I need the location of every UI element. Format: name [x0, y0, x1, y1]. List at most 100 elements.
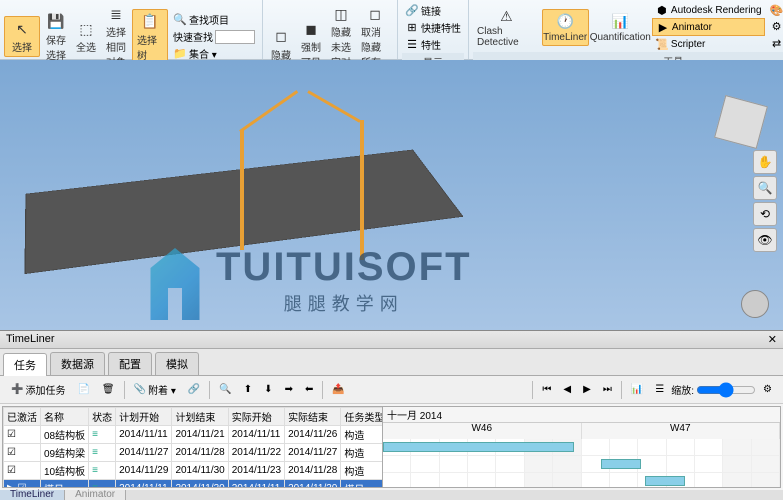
quick-properties-button[interactable]: ⊞快捷特性 — [402, 19, 464, 36]
tree-icon: 📋 — [140, 12, 160, 32]
select-all-button[interactable]: ⬚全选 — [72, 17, 100, 56]
quantification-button[interactable]: 📊Quantification — [591, 10, 650, 45]
attach-icon: 📎 — [134, 384, 146, 395]
find-button[interactable]: 🔍 — [214, 381, 236, 398]
prop-icon: ☰ — [405, 38, 419, 52]
tab-datasource[interactable]: 数据源 — [50, 352, 105, 375]
delete-task-button[interactable]: 🗑 — [97, 381, 120, 398]
crane-2 — [360, 120, 364, 260]
col-astart[interactable]: 实际开始 — [228, 408, 284, 426]
links-button[interactable]: 🔗链接 — [402, 2, 464, 19]
zoom-label: 缩放: — [671, 382, 694, 397]
viewport-toolbar: ✋ 🔍 ⟲ 👁 — [753, 150, 779, 252]
visible-icon: ◼ — [301, 19, 321, 39]
export-button[interactable]: 📤 — [327, 381, 349, 398]
gantt-bar[interactable] — [601, 459, 641, 469]
bottom-tabs: TimeLiner Animator — [0, 490, 783, 500]
animator-button[interactable]: ▶Animator — [652, 18, 765, 36]
cursor-icon: ↖ — [12, 19, 32, 39]
col-name[interactable]: 名称 — [41, 408, 89, 426]
col-pend[interactable]: 计划结束 — [172, 408, 228, 426]
batch-button[interactable]: ⚙Batch Utility — [767, 19, 783, 35]
autodesk-rendering-button[interactable]: ⬢Autodesk Rendering — [652, 2, 765, 18]
gantt-first-button[interactable]: ⏮ — [537, 381, 556, 398]
quick-find-input[interactable]: 快速查找 — [170, 28, 258, 45]
tab-config[interactable]: 配置 — [108, 352, 152, 375]
find-items-button[interactable]: 🔍查找项目 — [170, 11, 258, 28]
link-icon: 🔗 — [405, 4, 419, 18]
table-row[interactable]: ☑10结构板≡2014/11/292014/11/302014/11/23201… — [4, 462, 384, 480]
bottom-tab-animator[interactable]: Animator — [65, 490, 126, 500]
clock-icon: 🕐 — [555, 12, 575, 32]
gantt-prev-button[interactable]: ◀ — [558, 381, 576, 398]
properties-button[interactable]: ☰特性 — [402, 36, 464, 53]
gantt-bar[interactable] — [383, 442, 574, 452]
indent-button[interactable]: ➡ — [280, 381, 298, 398]
attach-button[interactable]: 📎附着 ▾ — [129, 379, 181, 400]
col-active[interactable]: 已激活 — [4, 408, 41, 426]
save-selection-button[interactable]: 💾保存选择 — [42, 10, 70, 64]
compass-icon[interactable] — [741, 290, 769, 318]
table-row[interactable]: ☑08结构板≡2014/11/112014/11/212014/11/11201… — [4, 426, 384, 444]
gantt-bar[interactable] — [645, 476, 685, 486]
gantt-row[interactable] — [383, 456, 780, 473]
gantt-week: W47 — [582, 423, 781, 439]
ribbon-group-tools: ⚠Clash Detective 🕐TimeLiner 📊Quantificat… — [469, 0, 783, 59]
col-type[interactable]: 任务类型 — [341, 408, 383, 426]
autoattach-button[interactable]: 🔗 — [183, 381, 205, 398]
3d-viewport[interactable]: TUITUISOFT 腿腿教学网 ✋ 🔍 ⟲ 👁 — [0, 60, 783, 330]
col-pstart[interactable]: 计划开始 — [116, 408, 172, 426]
close-icon[interactable]: ✕ — [768, 333, 777, 346]
pan-tool[interactable]: ✋ — [753, 150, 777, 174]
outdent-button[interactable]: ⬅ — [300, 381, 318, 398]
selection-tree-button[interactable]: 📋选择树 — [132, 9, 168, 65]
script-icon: 📜 — [655, 37, 669, 51]
zoom-tool[interactable]: 🔍 — [753, 176, 777, 200]
gantt-next-button[interactable]: ▶ — [578, 381, 596, 398]
gantt-chart[interactable]: 十一月 2014 W46W47 — [383, 407, 780, 487]
crane-1 — [240, 130, 244, 250]
gantt-columns-button[interactable]: ☰ — [650, 381, 669, 398]
movedown-button[interactable]: ⬇ — [259, 381, 277, 398]
select-all-icon: ⬚ — [76, 19, 96, 39]
look-tool[interactable]: 👁 — [753, 228, 777, 252]
tab-tasks[interactable]: 任务 — [3, 353, 47, 376]
ribbon-group-select: ↖选择 💾保存选择 ⬚全选 ≣选择相同对象 📋选择树 🔍查找项目 快速查找 📁集… — [0, 0, 263, 59]
task-grid[interactable]: 已激活名称状态计划开始计划结束实际开始实际结束任务类型 ☑08结构板≡2014/… — [3, 407, 383, 487]
appearance-button[interactable]: 🎨Appearance Profile — [767, 3, 783, 19]
col-aend[interactable]: 实际结束 — [285, 408, 341, 426]
render-icon: ⬢ — [655, 3, 669, 17]
col-state[interactable]: 状态 — [89, 408, 116, 426]
scripter-button[interactable]: 📜Scripter — [652, 36, 765, 52]
gantt-last-button[interactable]: ⏭ — [598, 381, 617, 398]
timeliner-button[interactable]: 🕐TimeLiner — [542, 9, 589, 46]
watermark-title: TUITUISOFT — [216, 245, 472, 290]
select-button[interactable]: ↖选择 — [4, 16, 40, 57]
table-row[interactable]: ☑09结构梁≡2014/11/272014/11/282014/11/22201… — [4, 444, 384, 462]
gantt-row[interactable] — [383, 473, 780, 487]
save-icon: 💾 — [46, 12, 66, 32]
compare-button[interactable]: ⇄比较 — [767, 35, 783, 52]
bottom-tab-timeliner[interactable]: TimeLiner — [0, 490, 65, 500]
add-task-button[interactable]: ➕添加任务 — [6, 379, 70, 400]
hide-icon: ◻ — [271, 27, 291, 47]
quickprop-icon: ⊞ — [405, 21, 419, 35]
table-row[interactable]: ▶ ☑塔吊≡2014/11/112014/11/302014/11/112014… — [4, 480, 384, 488]
hide-button[interactable]: ◻隐藏 — [267, 25, 295, 64]
insert-task-button[interactable]: 📄 — [72, 381, 94, 398]
timeliner-toolbar: ➕添加任务 📄 🗑 📎附着 ▾ 🔗 🔍 ⬆ ⬇ ➡ ⬅ 📤 ⏮ ◀ ▶ ⏭ 📊 … — [0, 376, 783, 404]
watermark-subtitle: 腿腿教学网 — [216, 290, 472, 316]
orbit-tool[interactable]: ⟲ — [753, 202, 777, 226]
settings-button[interactable]: ⚙ — [758, 381, 777, 398]
gantt-toggle-button[interactable]: 📊 — [626, 381, 648, 398]
clash-icon: ⚠ — [496, 6, 516, 26]
quant-icon: 📊 — [610, 12, 630, 32]
gantt-row[interactable] — [383, 439, 780, 456]
zoom-slider[interactable] — [696, 382, 756, 398]
clash-button[interactable]: ⚠Clash Detective — [473, 4, 540, 50]
view-cube[interactable] — [714, 95, 768, 149]
tab-simulate[interactable]: 模拟 — [155, 352, 199, 375]
batch-icon: ⚙ — [770, 20, 783, 34]
add-icon: ➕ — [11, 384, 23, 395]
moveup-button[interactable]: ⬆ — [239, 381, 257, 398]
